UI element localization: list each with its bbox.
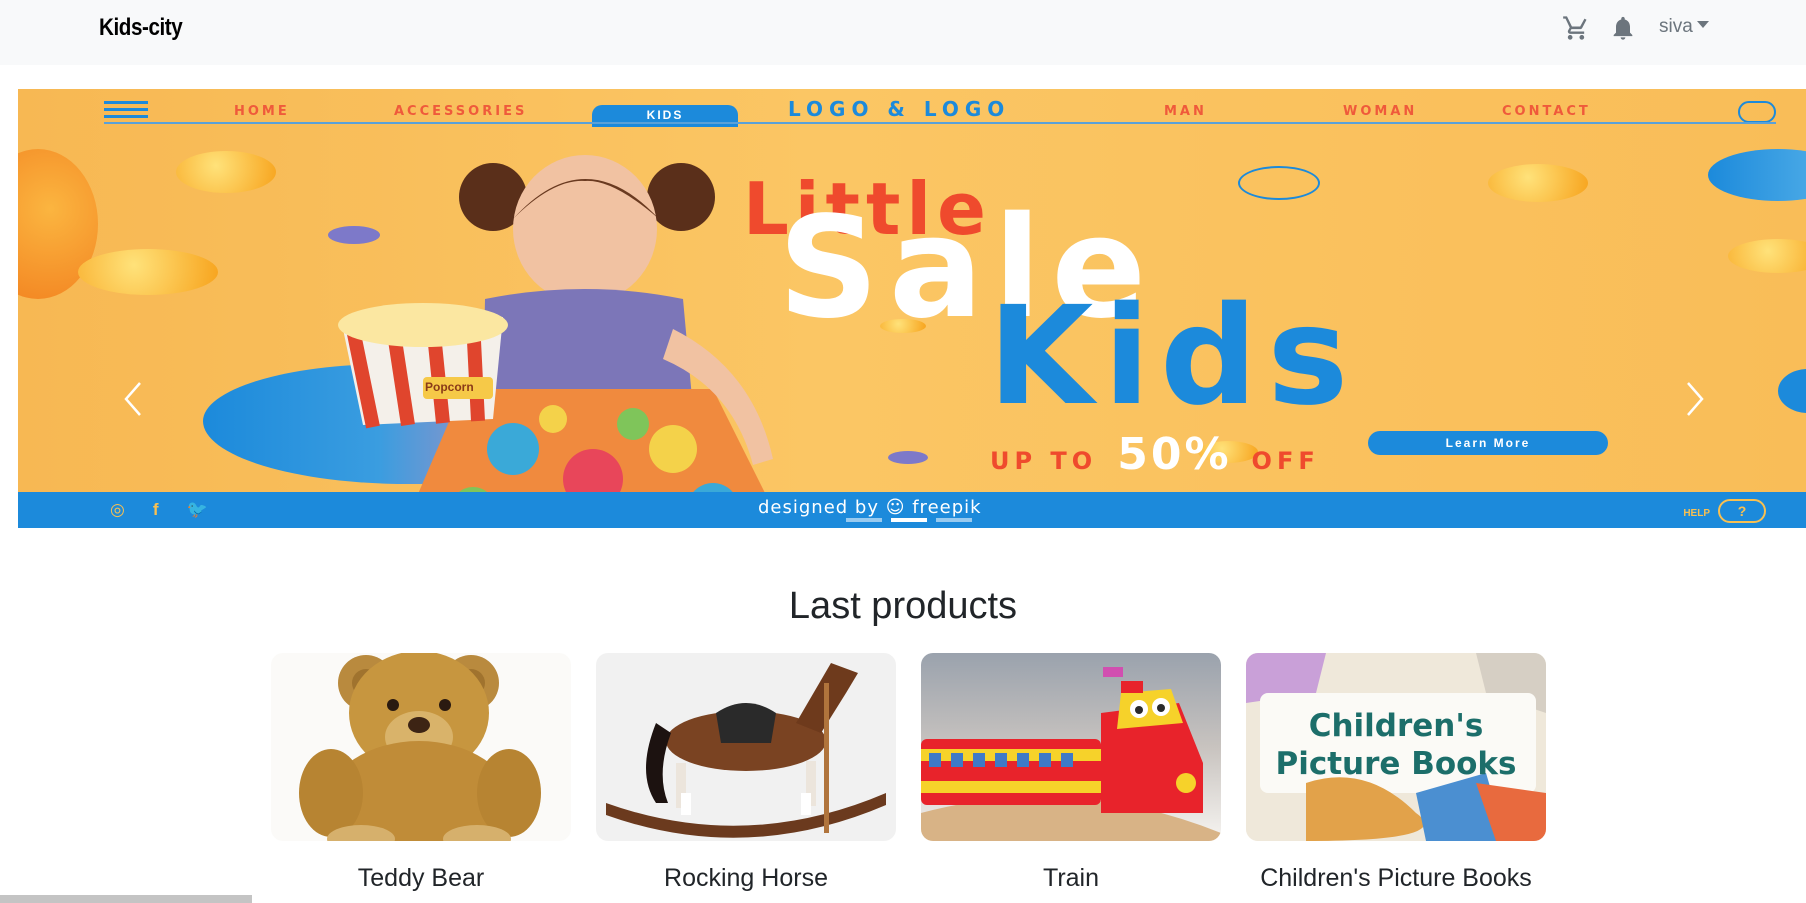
- horizontal-scrollbar[interactable]: [0, 895, 252, 903]
- user-dropdown[interactable]: siva: [1659, 16, 1709, 38]
- offer-suffix: OFF: [1251, 447, 1320, 475]
- product-card[interactable]: Rocking Horse: [596, 653, 896, 894]
- banner-logo-text: LOGO & LOGO: [788, 97, 1011, 121]
- product-image-train[interactable]: [921, 653, 1221, 841]
- facebook-icon: f: [152, 500, 159, 519]
- banner-divider: [104, 122, 1776, 124]
- product-card[interactable]: Children's Picture Books Children's Pict…: [1246, 653, 1546, 894]
- twitter-icon: 🐦: [186, 500, 208, 519]
- product-image-teddy-bear[interactable]: [271, 653, 571, 841]
- carousel-indicator-3[interactable]: [936, 518, 972, 522]
- decor-blob: [78, 249, 218, 295]
- banner-offer: UP TO 50% OFF: [990, 429, 1320, 480]
- carousel-indicator-1[interactable]: [846, 518, 882, 522]
- popcorn-label: Popcorn: [425, 380, 474, 394]
- help-label: HELP: [1683, 508, 1710, 519]
- product-name[interactable]: Rocking Horse: [596, 863, 896, 894]
- banner-headline-kids: Kids: [988, 278, 1359, 436]
- carousel-next-button[interactable]: [1684, 379, 1706, 419]
- decor-blob: [1708, 149, 1806, 201]
- banner-image-nav: HOME ACCESSORIES KIDS LOGO & LOGO MAN WO…: [18, 89, 1806, 127]
- help-icon: ?: [1718, 499, 1766, 523]
- product-image-picture-books[interactable]: Children's Picture Books: [1246, 653, 1546, 841]
- chevron-left-icon: [124, 382, 141, 416]
- chevron-down-icon: [1696, 21, 1709, 28]
- chevron-right-icon: [1687, 382, 1704, 416]
- bell-icon[interactable]: [1607, 12, 1639, 44]
- product-name[interactable]: Children's Picture Books: [1246, 863, 1546, 894]
- navbar: Kids-city siva: [0, 0, 1806, 65]
- banner-help: HELP?: [1683, 499, 1766, 523]
- banner-social-icons: ◎ f 🐦: [110, 500, 236, 520]
- banner-nav-accessories: ACCESSORIES: [394, 104, 528, 119]
- carousel-indicators: [846, 518, 986, 528]
- banner-nav-man: MAN: [1164, 104, 1207, 119]
- banner-learn-more: Learn More: [1368, 431, 1608, 455]
- offer-value: 50%: [1117, 429, 1232, 480]
- banner-credit: designed by ☺ freepik: [758, 497, 982, 518]
- decor-blob: [1728, 239, 1806, 273]
- product-name[interactable]: Teddy Bear: [271, 863, 571, 894]
- decor-blob: [1488, 164, 1588, 202]
- product-card[interactable]: Train: [921, 653, 1221, 894]
- product-card[interactable]: Teddy Bear: [271, 653, 571, 894]
- decor-blob: [1778, 369, 1806, 413]
- books-cover-title: Children's Picture Books: [1275, 708, 1517, 782]
- hero-carousel: HOME ACCESSORIES KIDS LOGO & LOGO MAN WO…: [18, 89, 1806, 528]
- carousel-indicator-2[interactable]: [891, 518, 927, 522]
- instagram-icon: ◎: [110, 500, 125, 519]
- banner-nav-woman: WOMAN: [1343, 104, 1418, 119]
- banner-nav-contact: CONTACT: [1502, 104, 1591, 119]
- product-name[interactable]: Train: [921, 863, 1221, 894]
- offer-prefix: UP TO: [990, 447, 1098, 475]
- decor-blob: [888, 451, 928, 464]
- user-name: siva: [1659, 16, 1693, 37]
- product-image-rocking-horse[interactable]: [596, 653, 896, 841]
- banner-search-icon: [1738, 101, 1776, 123]
- brand-logo[interactable]: Kids-city: [99, 14, 183, 42]
- decor-blob: [176, 151, 276, 193]
- section-title: Last products: [788, 585, 1018, 627]
- banner-nav-home: HOME: [234, 104, 290, 119]
- carousel-prev-button[interactable]: [122, 379, 144, 419]
- decor-ring: [1238, 166, 1320, 200]
- cart-icon[interactable]: [1560, 12, 1592, 44]
- banner-menu-icon: [104, 101, 148, 122]
